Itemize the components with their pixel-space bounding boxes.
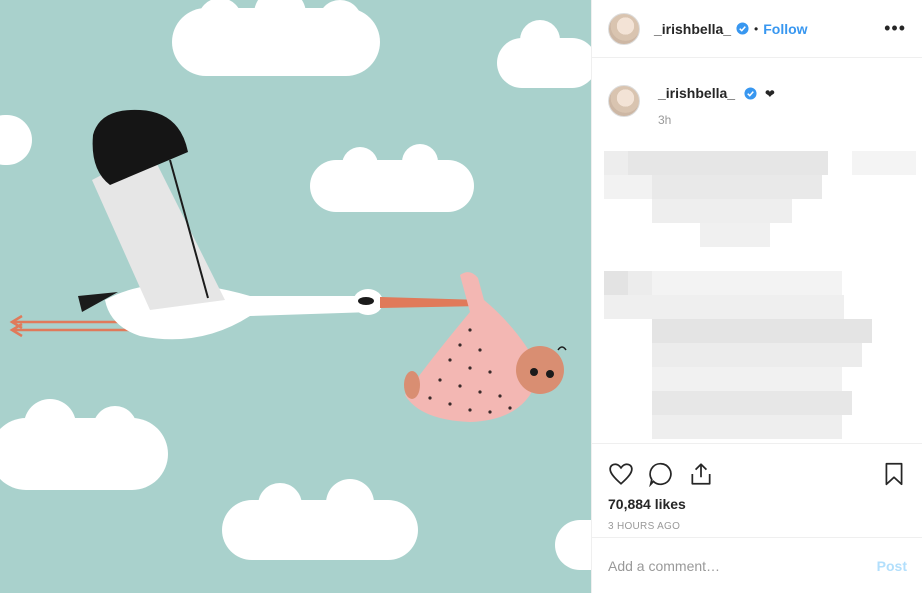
more-options-icon[interactable]: ••• — [884, 18, 906, 39]
pixel-block — [852, 151, 916, 175]
caption-time[interactable]: 3h — [658, 113, 775, 127]
baby-eye-left — [530, 368, 538, 376]
baby-head — [516, 346, 564, 394]
like-heart-icon[interactable] — [608, 461, 634, 487]
post-timestamp[interactable]: 3 HOURS AGO — [592, 512, 922, 532]
separator-dot: • — [754, 21, 759, 36]
baby-foot — [404, 371, 420, 399]
pixel-block — [652, 391, 852, 415]
baby-eye-right — [546, 370, 554, 378]
heart-emoji: ❤ — [764, 87, 775, 101]
pixel-block — [604, 151, 628, 175]
comment-input[interactable] — [608, 557, 877, 574]
caption-verified-badge-icon — [744, 87, 757, 100]
bookmark-icon[interactable] — [881, 461, 907, 487]
post-header: _irishbella_ • Follow ••• — [592, 0, 922, 58]
avatar[interactable] — [608, 12, 640, 45]
pixel-block — [628, 271, 652, 295]
stork-illustration — [0, 0, 591, 593]
pixel-block — [652, 199, 792, 223]
pixel-block — [628, 151, 828, 175]
pixel-block — [604, 295, 844, 319]
caption-row: _irishbella_ ❤ 3h — [592, 59, 922, 127]
pixel-block — [652, 343, 862, 367]
pixel-block — [652, 367, 842, 391]
comment-bubble-icon[interactable] — [648, 461, 674, 487]
pixel-block — [652, 175, 822, 199]
action-icons — [592, 444, 922, 492]
caption-text: _irishbella_ ❤ 3h — [658, 85, 775, 127]
username-link[interactable]: _irishbella_ — [654, 21, 731, 37]
pixel-block — [652, 319, 872, 343]
stork-eye — [358, 297, 374, 305]
caption-avatar[interactable] — [608, 85, 640, 117]
post-comment-button[interactable]: Post — [877, 558, 907, 574]
verified-badge-icon — [736, 22, 749, 35]
caption-area: _irishbella_ ❤ 3h — [592, 59, 922, 442]
share-icon[interactable] — [688, 461, 714, 487]
pixel-block — [604, 175, 652, 199]
follow-button[interactable]: Follow — [763, 21, 807, 37]
post-image[interactable] — [0, 0, 591, 593]
pixel-block — [652, 415, 842, 439]
pixel-block — [700, 223, 770, 247]
likes-count[interactable]: 70,884 likes — [592, 492, 922, 512]
caption-username-link[interactable]: _irishbella_ — [658, 85, 735, 101]
comment-box: Post — [592, 537, 922, 593]
pixel-block — [604, 271, 628, 295]
instagram-post-modal: _irishbella_ • Follow ••• _irishbella_ ❤… — [0, 0, 922, 593]
pixel-block — [652, 271, 842, 295]
post-sidebar: _irishbella_ • Follow ••• _irishbella_ ❤… — [591, 0, 922, 593]
